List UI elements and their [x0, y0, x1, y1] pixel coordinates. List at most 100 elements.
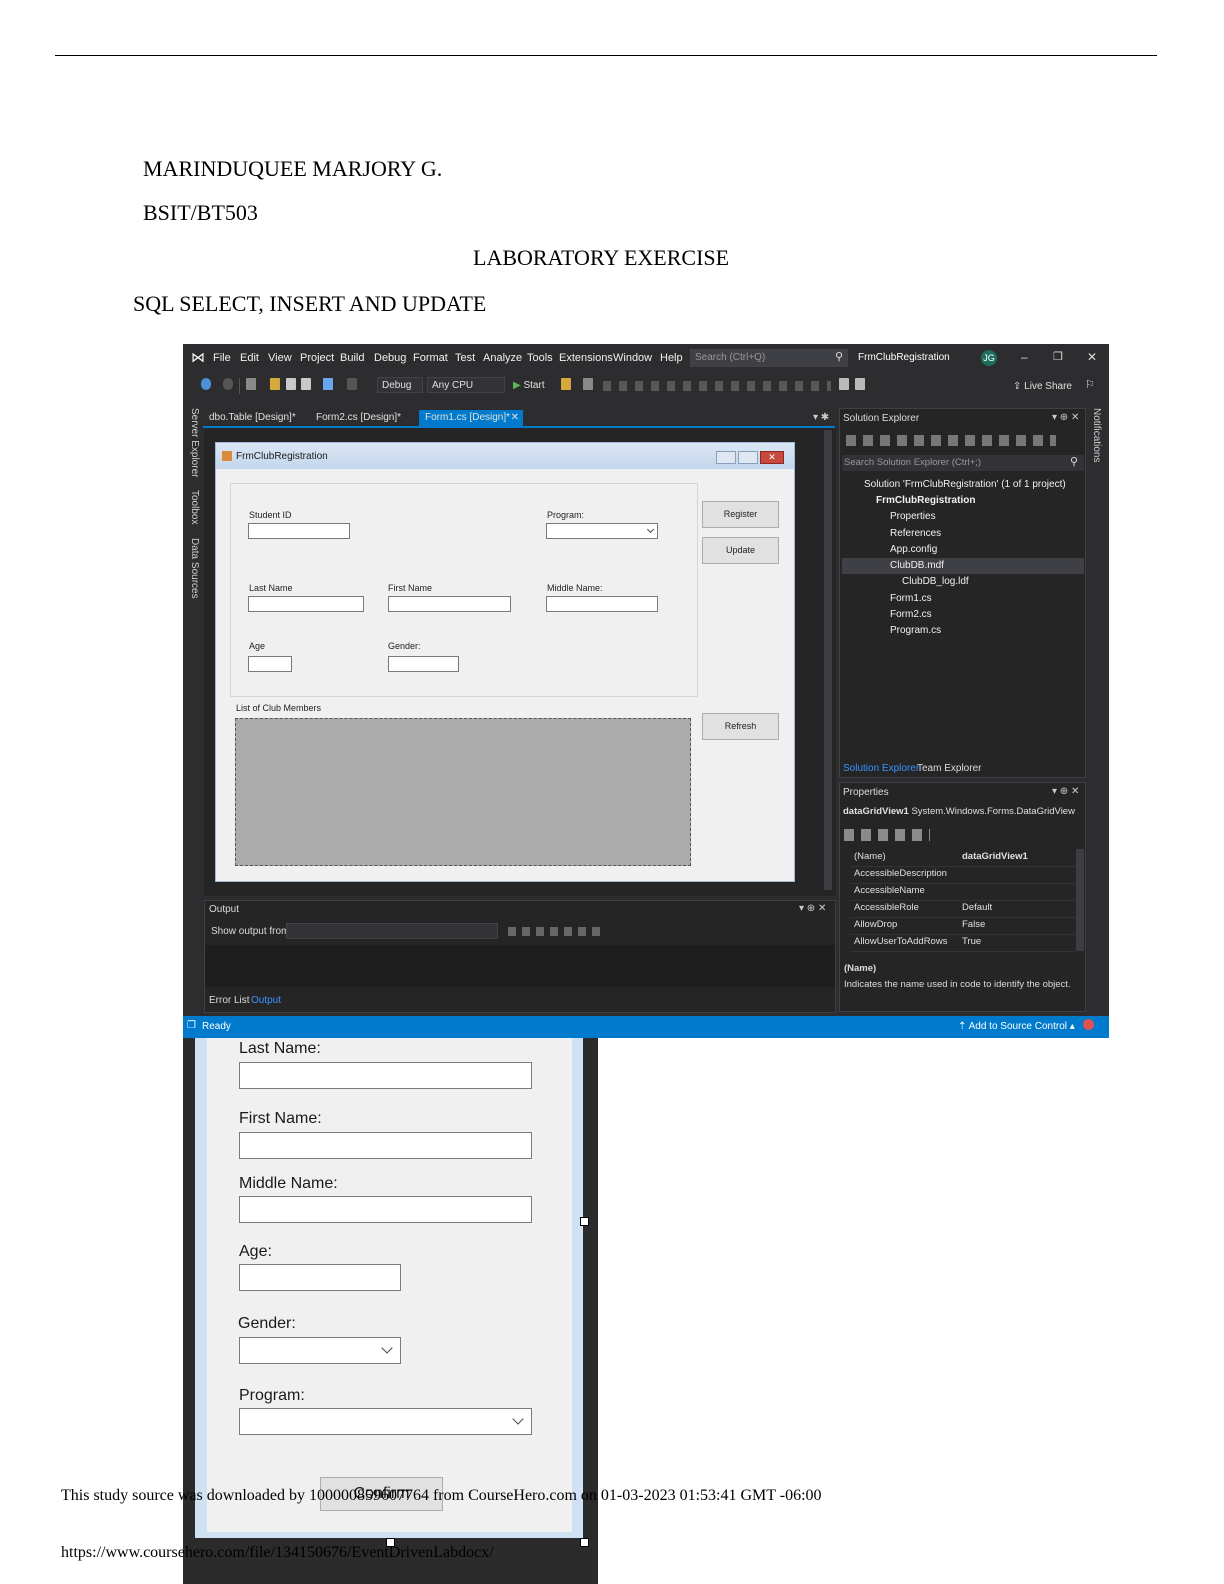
feedback-icon[interactable]: ⚐	[1085, 378, 1095, 391]
menu-debug[interactable]: Debug	[374, 352, 406, 364]
property-row[interactable]: AccessibleName	[850, 883, 1076, 901]
last-name-field[interactable]	[239, 1062, 532, 1089]
platform-dropdown[interactable]: Any CPU	[427, 377, 505, 393]
menu-view[interactable]: View	[268, 352, 292, 364]
last-name-field[interactable]	[248, 596, 364, 612]
property-row[interactable]: AccessibleRole Default	[850, 900, 1076, 918]
configuration-dropdown[interactable]: Debug	[377, 377, 423, 393]
save-icon[interactable]	[286, 378, 296, 390]
tab-table-design[interactable]: dbo.Table [Design]*	[203, 410, 302, 426]
search-box[interactable]: Search (Ctrl+Q) ⚲	[690, 349, 848, 367]
update-button[interactable]: Update	[702, 537, 779, 564]
source-control-button[interactable]: ⇡ Add to Source Control ▴	[958, 1021, 1075, 1032]
age-field[interactable]	[248, 656, 292, 672]
redo-icon[interactable]	[347, 378, 357, 390]
first-name-field[interactable]	[239, 1132, 532, 1159]
middle-name-field[interactable]	[546, 596, 658, 612]
form-minimize-icon[interactable]	[716, 451, 736, 464]
tree-item-project[interactable]: FrmClubRegistration	[876, 495, 975, 506]
form-close-icon[interactable]: ✕	[760, 451, 784, 464]
save-all-icon[interactable]	[301, 378, 311, 390]
show-output-dropdown[interactable]	[286, 923, 498, 939]
menu-extensions[interactable]: Extensions	[559, 352, 613, 364]
tree-item-app-config[interactable]: App.config	[890, 544, 937, 555]
properties-object-selector[interactable]: dataGridView1 System.Windows.Forms.DataG…	[843, 806, 1083, 821]
label-last-name: Last Name	[249, 583, 293, 593]
tree-item-solution[interactable]: Solution 'FrmClubRegistration' (1 of 1 p…	[864, 479, 1066, 490]
gender-select[interactable]	[239, 1337, 401, 1364]
tab-overflow-icon[interactable]: ▾ ✱	[813, 412, 829, 423]
menu-bar: ⋈ File Edit View Project Build Debug For…	[183, 344, 1109, 372]
toolbar-tool-icon[interactable]	[839, 378, 849, 390]
tree-item-references[interactable]: References	[890, 528, 941, 539]
register-button[interactable]: Register	[702, 501, 779, 528]
side-tab-server-explorer[interactable]: Server Explorer	[189, 408, 200, 477]
solution-search-box[interactable]: Search Solution Explorer (Ctrl+;) ⚲	[842, 455, 1084, 471]
forward-icon[interactable]	[223, 378, 233, 390]
refresh-button[interactable]: Refresh	[702, 713, 779, 740]
open-icon[interactable]	[270, 378, 280, 390]
gender-field[interactable]	[388, 656, 459, 672]
tree-item-clubdb-log[interactable]: ClubDB_log.ldf	[902, 576, 969, 587]
close-tab-icon[interactable]: ✕	[511, 410, 519, 426]
program-select[interactable]	[239, 1408, 532, 1435]
side-tab-notifications[interactable]: Notifications	[1091, 408, 1102, 462]
menu-edit[interactable]: Edit	[240, 352, 259, 364]
restore-icon[interactable]: ❐	[1053, 350, 1063, 363]
minimize-icon[interactable]: –	[1021, 350, 1028, 364]
output-pane-controls[interactable]: ▾ ⊕ ✕	[799, 903, 826, 914]
menu-analyze[interactable]: Analyze	[483, 352, 522, 364]
properties-scrollbar[interactable]	[1076, 849, 1084, 951]
property-row[interactable]: AccessibleDescription	[850, 866, 1076, 884]
resize-handle[interactable]	[580, 1538, 589, 1547]
user-avatar[interactable]: JG	[981, 350, 997, 366]
members-datagridview[interactable]	[235, 718, 691, 866]
menu-file[interactable]: File	[213, 352, 231, 364]
tree-item-clubdb-mdf[interactable]: ClubDB.mdf	[890, 560, 944, 571]
properties-controls[interactable]: ▾ ⊕ ✕	[1052, 786, 1079, 797]
menu-help[interactable]: Help	[660, 352, 683, 364]
tab-form2-design[interactable]: Form2.cs [Design]*	[310, 410, 407, 426]
tree-item-form1[interactable]: Form1.cs	[890, 593, 932, 604]
side-tab-toolbox[interactable]: Toolbox	[189, 490, 200, 524]
property-row[interactable]: (Name) dataGridView1	[850, 849, 1076, 867]
toolbar-tool-icon[interactable]	[583, 378, 593, 390]
property-row[interactable]: AllowUserToAddRows True	[850, 934, 1076, 952]
tab-team-explorer[interactable]: Team Explorer	[917, 763, 981, 774]
notification-bell-icon[interactable]	[1083, 1019, 1094, 1030]
close-icon[interactable]: ✕	[1087, 350, 1097, 364]
tree-item-program[interactable]: Program.cs	[890, 625, 941, 636]
age-field[interactable]	[239, 1264, 401, 1291]
solution-explorer-controls[interactable]: ▾ ⊕ ✕	[1052, 412, 1079, 423]
menu-format[interactable]: Format	[413, 352, 448, 364]
middle-name-field[interactable]	[239, 1196, 532, 1223]
source-url[interactable]: https://www.coursehero.com/file/13415067…	[61, 1544, 494, 1562]
undo-icon[interactable]	[323, 378, 333, 390]
menu-window[interactable]: Window	[613, 352, 652, 364]
student-id-field[interactable]	[248, 523, 350, 539]
new-project-icon[interactable]	[246, 378, 256, 390]
tab-form1-design[interactable]: Form1.cs [Design]* ✕	[419, 410, 523, 426]
tab-output[interactable]: Output	[251, 995, 281, 1006]
menu-test[interactable]: Test	[455, 352, 475, 364]
tab-error-list[interactable]: Error List	[209, 995, 250, 1006]
property-row[interactable]: AllowDrop False	[850, 917, 1076, 935]
tree-item-properties[interactable]: Properties	[890, 511, 936, 522]
menu-build[interactable]: Build	[340, 352, 364, 364]
menu-tools[interactable]: Tools	[527, 352, 553, 364]
form-maximize-icon[interactable]	[738, 451, 758, 464]
designer-scrollbar[interactable]	[824, 430, 832, 890]
toolbar-tool-icon[interactable]	[855, 378, 865, 390]
tree-item-form2[interactable]: Form2.cs	[890, 609, 932, 620]
first-name-field[interactable]	[388, 596, 511, 612]
resize-handle[interactable]	[580, 1217, 589, 1226]
back-icon[interactable]	[201, 378, 211, 390]
program-select[interactable]	[546, 523, 658, 539]
start-button[interactable]: ▶ Start	[513, 380, 545, 391]
side-tab-data-sources[interactable]: Data Sources	[189, 538, 200, 599]
menu-project[interactable]: Project	[300, 352, 334, 364]
live-share-button[interactable]: ⇪ Live Share	[1013, 381, 1072, 392]
toolbar-tool-icon[interactable]	[561, 378, 571, 390]
output-text-area[interactable]	[205, 945, 835, 987]
tab-solution-explorer[interactable]: Solution Explorer	[843, 763, 919, 774]
